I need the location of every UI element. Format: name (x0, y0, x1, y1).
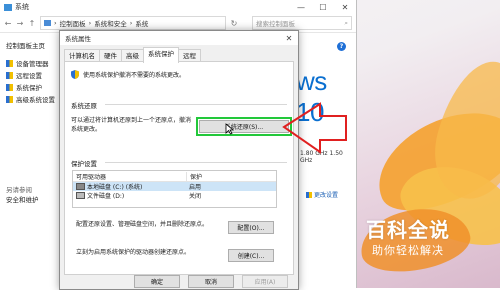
column-header-drive[interactable]: 可用驱动器 (73, 171, 187, 181)
restore-description: 可以通过将计算机还原到上一个还原点，撤消 系统更改。 (71, 116, 191, 134)
shield-icon (6, 95, 13, 103)
system-restore-heading: 系统还原 (71, 102, 97, 110)
up-arrow-icon[interactable]: ↑ (28, 19, 36, 28)
dialog-close-button[interactable]: ✕ (280, 34, 298, 43)
create-button[interactable]: 创建(C)... (228, 249, 274, 262)
control-panel-icon (44, 20, 51, 26)
shield-icon (71, 70, 79, 79)
see-also-item-label: 安全和维护 (6, 196, 39, 204)
system-window-title: 系统 (15, 3, 29, 11)
change-settings-label: 更改设置 (314, 192, 339, 199)
protection-settings-heading: 保护设置 (71, 160, 97, 168)
dialog-titlebar: 系统属性 ✕ (60, 31, 298, 45)
watermark-subtitle: 助你轻松解决 (372, 244, 444, 257)
sidebar-item-label: 设备管理器 (16, 60, 49, 68)
table-header: 可用驱动器 保护 (73, 171, 276, 182)
system-titlebar: 系统 — ☐ ✕ (0, 0, 356, 14)
breadcrumb-item[interactable]: 系统 (135, 18, 148, 28)
red-arrow-annotation-icon (282, 102, 347, 154)
watermark: 百科全说 助你轻松解决 (350, 206, 500, 276)
intro-row: 使用系统保护撤消不需要的系统更改。 (71, 70, 185, 79)
ok-button[interactable]: 确定 (134, 275, 180, 288)
tab-system-protection[interactable]: 系统保护 (143, 47, 179, 63)
close-button[interactable]: ✕ (334, 3, 356, 12)
column-header-protection[interactable]: 保护 (187, 172, 202, 181)
drive-icon (76, 192, 85, 199)
see-also-security-link[interactable]: 安全和维护 (6, 194, 39, 204)
shield-icon (6, 83, 13, 91)
back-arrow-icon[interactable]: ← (4, 19, 12, 28)
protection-status: 关闭 (189, 193, 202, 200)
search-placeholder: 搜索控制面板 (256, 20, 295, 28)
system-protection-panel: 使用系统保护撤消不需要的系统更改。 系统还原 可以通过将计算机还原到上一个还原点… (64, 61, 294, 275)
drive-name: 文件磁盘 (D:) (87, 193, 125, 200)
configure-description: 配置还原设置、管理磁盘空间，并且删除还原点。 (76, 221, 209, 228)
sidebar-item-label: 高级系统设置 (16, 96, 55, 104)
system-properties-dialog: 系统属性 ✕ 计算机名 硬件 高级 系统保护 远程 使用系统保护撤消不需要的系统… (59, 30, 299, 290)
group-divider (105, 162, 287, 163)
sidebar-item-advanced-settings[interactable]: 高级系统设置 (6, 94, 55, 104)
refresh-icon[interactable]: ↻ (230, 19, 238, 28)
search-icon: ⌕ (344, 18, 348, 27)
dialog-footer: 确定 取消 应用(A) (60, 273, 298, 289)
sidebar-item-device-manager[interactable]: 设备管理器 (6, 58, 49, 68)
system-restore-button[interactable]: 系统还原(S)... (196, 117, 292, 136)
drive-icon (76, 183, 85, 190)
table-row[interactable]: 文件磁盘 (D:) 关闭 (73, 191, 276, 200)
table-row[interactable]: 本地磁盘 (C:) (系统) 启用 (73, 182, 276, 191)
help-icon[interactable]: ? (337, 42, 346, 51)
shield-icon (6, 59, 13, 67)
breadcrumb-separator: › (88, 19, 92, 27)
breadcrumb-item[interactable]: 控制面板 (60, 18, 86, 28)
see-also-label: 另请参阅 (6, 186, 32, 194)
sidebar-item-label: 远程设置 (16, 72, 42, 80)
forward-arrow-icon[interactable]: → (16, 19, 24, 28)
sidebar-item-remote-settings[interactable]: 远程设置 (6, 70, 42, 80)
cancel-button[interactable]: 取消 (188, 275, 234, 288)
control-panel-home-link[interactable]: 控制面板主页 (6, 40, 45, 50)
see-also-heading: 另请参阅 (6, 184, 32, 194)
minimize-button[interactable]: — (290, 3, 312, 12)
breadcrumb-separator: › (129, 19, 133, 27)
address-bar[interactable]: › 控制面板 › 系统和安全 › 系统 (40, 16, 226, 30)
intro-text: 使用系统保护撤消不需要的系统更改。 (83, 72, 186, 79)
dialog-title: 系统属性 (65, 35, 91, 43)
breadcrumb-item[interactable]: 系统和安全 (94, 18, 127, 28)
apply-button[interactable]: 应用(A) (242, 275, 288, 288)
shield-icon (306, 191, 312, 198)
search-input[interactable]: 搜索控制面板 ⌕ (252, 16, 352, 30)
maximize-button[interactable]: ☐ (312, 3, 334, 12)
sidebar-item-label: 系统保护 (16, 84, 42, 92)
change-settings-link[interactable]: 更改设置 (306, 190, 338, 199)
restore-description-line: 可以通过将计算机还原到上一个还原点，撤消 (71, 117, 192, 124)
shield-icon (6, 71, 13, 79)
sidebar-item-system-protection[interactable]: 系统保护 (6, 82, 42, 92)
watermark-title: 百科全说 (366, 218, 450, 242)
mouse-cursor-icon (225, 123, 234, 135)
group-divider (105, 104, 287, 105)
left-navigation: 控制面板主页 设备管理器 远程设置 系统保护 高级系统设置 另请参阅 安全和维护 (0, 36, 58, 288)
create-description: 立刻为启用系统保护的驱动器创建还原点。 (76, 249, 191, 256)
configure-button[interactable]: 配置(O)... (228, 221, 274, 234)
drive-name: 本地磁盘 (C:) (系统) (87, 184, 143, 191)
protection-status: 启用 (189, 184, 202, 191)
restore-description-line: 系统更改。 (71, 126, 102, 133)
breadcrumb-separator: › (54, 19, 57, 27)
protection-table: 可用驱动器 保护 本地磁盘 (C:) (系统) 启用 文件磁盘 (D:) 关闭 (72, 170, 277, 208)
system-window-icon (4, 3, 12, 11)
control-panel-home-label: 控制面板主页 (6, 42, 45, 50)
